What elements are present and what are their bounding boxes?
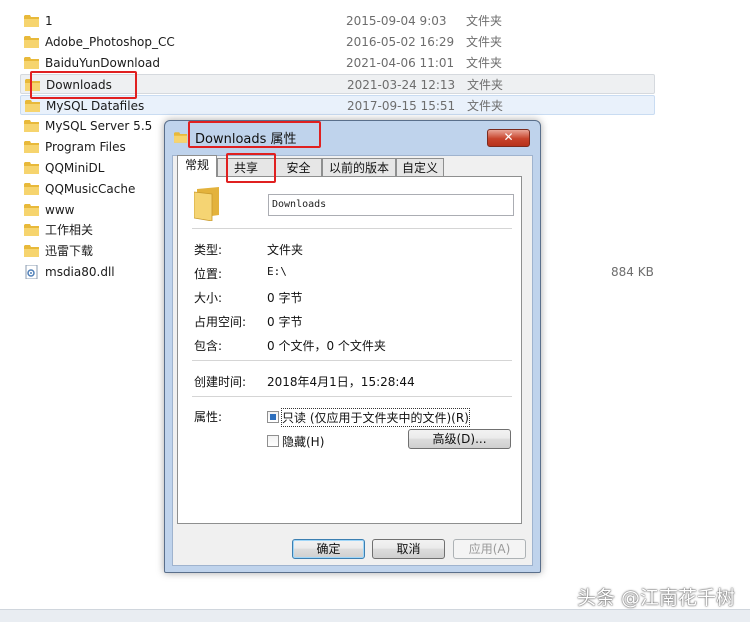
file-name: www [45,203,75,217]
prop-size-value: 0 字节 [267,291,303,305]
file-date: 2015-09-04 9:03 [346,14,447,28]
tab-security[interactable]: 安全 [275,158,322,177]
prop-size-label: 大小: [194,291,223,305]
file-row-hover[interactable]: MySQL Datafiles 2017-09-15 15:51 文件夹 [20,95,655,115]
dll-file-icon [24,264,40,280]
status-bar [0,609,750,622]
dialog-title: Downloads 属性 [195,132,297,147]
close-button[interactable]: ✕ [487,129,530,147]
prop-location-label: 位置: [194,267,223,281]
ok-button[interactable]: 确定 [292,539,365,559]
tab-customize[interactable]: 自定义 [396,158,444,177]
prop-location-value: E:\ [267,265,287,278]
tab-label: 以前的版本 [328,161,389,175]
file-name: MySQL Datafiles [46,99,145,113]
file-name: Downloads [46,78,112,92]
folder-icon [24,203,40,217]
readonly-label[interactable]: 只读 (仅应用于文件夹中的文件)(R) [281,408,470,427]
tab-label: 自定义 [401,161,438,175]
folder-icon [24,14,40,28]
tab-general[interactable]: 常规 [177,155,217,177]
file-row-selected[interactable]: Downloads 2021-03-24 12:13 文件夹 [20,74,655,94]
prop-size-on-disk-value: 0 字节 [267,315,303,329]
tab-label: 安全 [286,161,311,175]
folder-icon [24,223,40,237]
divider [192,228,512,229]
folder-icon [174,129,188,143]
folder-icon [24,140,40,154]
file-date: 2017-09-15 15:51 [347,99,456,113]
folder-icon [24,119,40,133]
file-name: Program Files [45,140,126,154]
folder-icon [24,182,40,196]
tab-previous-versions[interactable]: 以前的版本 [322,158,396,177]
prop-type-value: 文件夹 [267,243,304,257]
prop-attributes-label: 属性: [194,410,223,424]
file-date: 2016-05-02 16:29 [346,35,455,49]
file-type: 文件夹 [467,99,504,113]
advanced-button[interactable]: 高级(D)... [408,429,511,449]
folder-icon [24,35,40,49]
watermark: 头条 @江南花千树 [577,587,736,609]
file-type: 文件夹 [466,56,503,70]
folder-icon [25,99,41,113]
prop-contains-value: 0 个文件，0 个文件夹 [267,339,386,353]
file-name: 迅雷下载 [45,244,94,258]
file-name: 1 [45,14,53,28]
hidden-checkbox[interactable] [267,435,279,447]
tab-label: 常规 [184,158,209,172]
folder-icon [24,161,40,175]
divider [192,360,512,361]
file-name: QQMiniDL [45,161,105,175]
folder-icon [25,78,41,92]
general-tab-page: Downloads 类型: 文件夹 位置: E:\ 大小: 0 字节 占用空间:… [177,176,522,524]
prop-size-on-disk-label: 占用空间: [194,315,247,329]
file-row[interactable]: BaiduYunDownload 2021-04-06 11:01 文件夹 [20,53,655,73]
readonly-checkbox[interactable] [267,411,279,423]
folder-icon [24,244,40,258]
file-row[interactable]: 1 2015-09-04 9:03 文件夹 [20,11,655,31]
prop-contains-label: 包含: [194,339,223,353]
file-type: 文件夹 [466,35,503,49]
file-name: 工作相关 [45,223,94,237]
divider [192,396,512,397]
cancel-button[interactable]: 取消 [372,539,445,559]
file-date: 2021-03-24 12:13 [347,78,456,92]
tab-sharing[interactable]: 共享 [217,158,275,177]
close-icon: ✕ [503,130,514,144]
file-date: 2021-04-06 11:01 [346,56,455,70]
file-name: MySQL Server 5.5 [45,119,153,133]
prop-created-label: 创建时间: [194,375,247,389]
tab-label: 共享 [233,161,258,175]
file-name: BaiduYunDownload [45,56,160,70]
dialog-titlebar[interactable]: Downloads 属性 ✕ [165,121,540,150]
file-type: 文件夹 [466,14,503,28]
hidden-label[interactable]: 隐藏(H) [282,433,324,450]
file-name: msdia80.dll [45,265,115,279]
file-size: 884 KB [611,265,654,279]
folder-icon [193,185,222,222]
folder-icon [24,56,40,70]
file-name: Adobe_Photoshop_CC [45,35,175,49]
apply-button[interactable]: 应用(A) [453,539,526,559]
file-type: 文件夹 [467,78,504,92]
prop-type-label: 类型: [194,243,223,257]
file-name: QQMusicCache [45,182,136,196]
prop-created-value: 2018年4月1日，15:28:44 [267,375,415,389]
folder-name-input[interactable]: Downloads [268,194,514,216]
properties-dialog: Downloads 属性 ✕ 常规 共享 安全 以前的版本 自定义 Downlo… [164,120,541,573]
file-row[interactable]: Adobe_Photoshop_CC 2016-05-02 16:29 文件夹 [20,32,655,52]
